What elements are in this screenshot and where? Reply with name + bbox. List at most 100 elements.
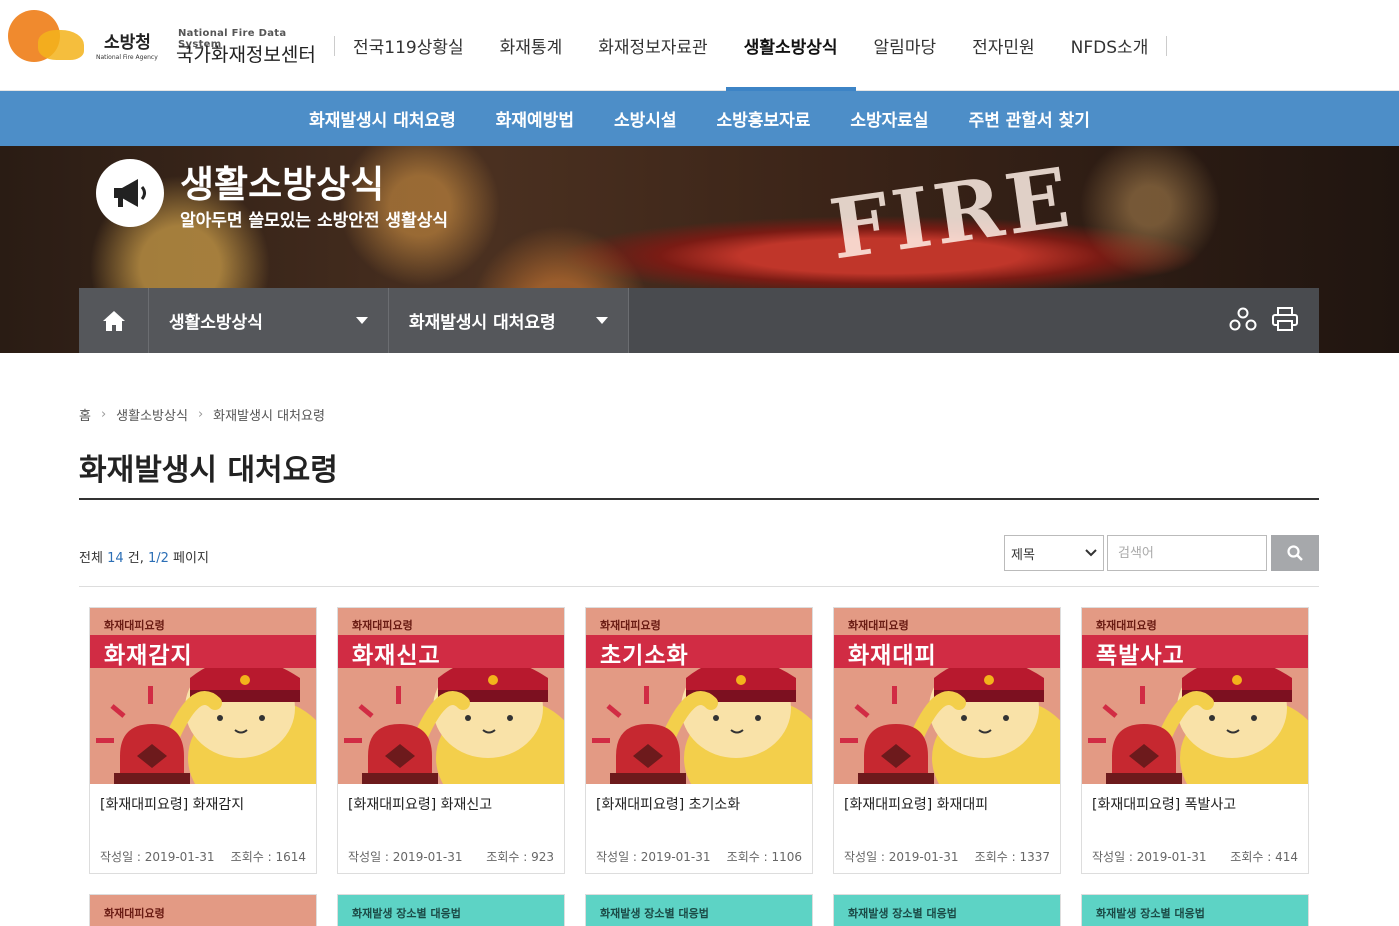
post-title[interactable]: [화재대피요령] 화재신고 bbox=[348, 794, 492, 814]
share-button[interactable] bbox=[1229, 306, 1257, 336]
print-button[interactable] bbox=[1271, 306, 1299, 336]
post-thumbnail[interactable]: 화재대피요령 bbox=[90, 895, 316, 926]
post-meta: 작성일 : 2019-01-31 조회수 : 1106 bbox=[596, 848, 802, 865]
thumbnail-tag: 화재대피요령 bbox=[848, 619, 909, 632]
post-card[interactable]: 화재발생 장소별 대응법 bbox=[585, 894, 813, 926]
post-card[interactable]: 화재대피요령 폭발사고 [화재대피요령] 폭발사고 작성일 : 2019-01-… bbox=[1081, 607, 1309, 874]
hero-subtitle: 알아두면 쓸모있는 소방안전 생활상식 bbox=[180, 211, 448, 231]
post-card[interactable]: 화재발생 장소별 대응법 bbox=[337, 894, 565, 926]
location-depth1-label: 생활소방상식 bbox=[169, 313, 263, 333]
logo-korean-name: 국가화재정보센터 bbox=[176, 44, 316, 66]
subnav-item-promotion[interactable]: 소방홍보자료 bbox=[697, 106, 831, 131]
post-date: 작성일 : 2019-01-31 bbox=[844, 850, 959, 864]
thumbnail-tag: 화재대피요령 bbox=[600, 619, 661, 632]
post-views: 조회수 : 1614 bbox=[230, 850, 306, 864]
location-dropdown-depth1[interactable]: 생활소방상식 bbox=[149, 288, 389, 353]
subnav-item-prevention[interactable]: 화재예방법 bbox=[476, 106, 594, 131]
thumbnail-word: 초기소화 bbox=[600, 643, 689, 669]
thumbnail-word: 폭발사고 bbox=[1096, 643, 1185, 669]
gnb-item-about[interactable]: NFDS소개 bbox=[1053, 0, 1167, 91]
title-divider bbox=[79, 498, 1319, 500]
search-button[interactable] bbox=[1271, 535, 1319, 571]
chevron-right-icon: › bbox=[197, 407, 204, 422]
total-count: 14 bbox=[107, 551, 124, 566]
post-card[interactable]: 화재대피요령 화재감지 [화재대피요령] 화재감지 작성일 : 2019-01-… bbox=[89, 607, 317, 874]
logo-emblem bbox=[8, 10, 84, 62]
post-thumbnail[interactable]: 화재대피요령 화재신고 bbox=[338, 608, 564, 784]
thumbnail-tag: 화재대피요령 bbox=[104, 619, 165, 632]
post-thumbnail[interactable]: 화재대피요령 화재감지 bbox=[90, 608, 316, 784]
thumbnail-tag: 화재대피요령 bbox=[1096, 619, 1157, 632]
post-thumbnail[interactable]: 화재발생 장소별 대응법 bbox=[1082, 895, 1308, 926]
gnb-item-notice[interactable]: 알림마당 bbox=[856, 0, 955, 91]
page-indicator: 1/2 bbox=[147, 551, 169, 566]
post-card[interactable]: 화재발생 장소별 대응법 bbox=[1081, 894, 1309, 926]
post-views: 조회수 : 1337 bbox=[974, 850, 1050, 864]
breadcrumb-depth2[interactable]: 화재발생시 대처요령 bbox=[213, 405, 325, 424]
search-field-select[interactable]: 제목 bbox=[1004, 535, 1104, 571]
post-views: 조회수 : 923 bbox=[486, 850, 554, 864]
subnav-item-response[interactable]: 화재발생시 대처요령 bbox=[289, 106, 476, 131]
hero-background-fire-text: FIRE bbox=[824, 149, 1079, 279]
search-icon bbox=[1287, 545, 1303, 561]
post-title[interactable]: [화재대피요령] 화재대피 bbox=[844, 794, 988, 814]
list-divider bbox=[79, 586, 1319, 587]
location-dropdown-depth2[interactable]: 화재발생시 대처요령 bbox=[389, 288, 629, 353]
post-card[interactable]: 화재발생 장소별 대응법 bbox=[833, 894, 1061, 926]
top-header: 소방청 National Fire Agency National Fire D… bbox=[0, 0, 1399, 91]
post-date: 작성일 : 2019-01-31 bbox=[100, 850, 215, 864]
gnb-item-statistics[interactable]: 화재통계 bbox=[482, 0, 581, 91]
home-icon bbox=[102, 310, 125, 331]
post-card[interactable]: 화재대피요령 초기소화 [화재대피요령] 초기소화 작성일 : 2019-01-… bbox=[585, 607, 813, 874]
post-thumbnail[interactable]: 화재대피요령 폭발사고 bbox=[1082, 608, 1308, 784]
gnb-item-civil[interactable]: 전자민원 bbox=[954, 0, 1053, 91]
printer-icon bbox=[1272, 306, 1298, 331]
breadcrumb: 홈 › 생활소방상식 › 화재발생시 대처요령 bbox=[79, 405, 325, 424]
post-views: 조회수 : 1106 bbox=[726, 850, 802, 864]
post-meta: 작성일 : 2019-01-31 조회수 : 923 bbox=[348, 848, 554, 865]
thumbnail-tag: 화재발생 장소별 대응법 bbox=[352, 907, 461, 920]
site-logo[interactable]: 소방청 National Fire Agency National Fire D… bbox=[8, 8, 328, 78]
post-meta: 작성일 : 2019-01-31 조회수 : 1337 bbox=[844, 848, 1050, 865]
post-title[interactable]: [화재대피요령] 화재감지 bbox=[100, 794, 244, 814]
thumbnail-tag: 화재발생 장소별 대응법 bbox=[600, 907, 709, 920]
subnav-item-library[interactable]: 소방자료실 bbox=[830, 106, 948, 131]
chevron-down-icon bbox=[356, 317, 368, 324]
chevron-down-icon bbox=[1085, 549, 1097, 557]
gnb-item-archive[interactable]: 화재정보자료관 bbox=[580, 0, 725, 91]
search-field-value: 제목 bbox=[1011, 547, 1035, 563]
thumbnail-tag: 화재대피요령 bbox=[104, 907, 165, 920]
home-button[interactable] bbox=[79, 288, 149, 353]
post-thumbnail[interactable]: 화재발생 장소별 대응법 bbox=[834, 895, 1060, 926]
gnb-item-119[interactable]: 전국119상황실 bbox=[335, 0, 482, 91]
global-nav: 전국119상황실 화재통계 화재정보자료관 생활소방상식 알림마당 전자민원 N… bbox=[334, 0, 1168, 91]
logo-org-sub: National Fire Agency bbox=[96, 54, 158, 61]
post-thumbnail[interactable]: 화재발생 장소별 대응법 bbox=[586, 895, 812, 926]
post-card[interactable]: 화재대피요령 bbox=[89, 894, 317, 926]
thumbnail-word: 화재신고 bbox=[352, 643, 441, 669]
post-thumbnail[interactable]: 화재발생 장소별 대응법 bbox=[338, 895, 564, 926]
gnb-divider bbox=[1166, 35, 1168, 56]
post-thumbnail[interactable]: 화재대피요령 초기소화 bbox=[586, 608, 812, 784]
breadcrumb-home[interactable]: 홈 bbox=[79, 405, 91, 424]
breadcrumb-depth1[interactable]: 생활소방상식 bbox=[116, 405, 188, 424]
hero-title: 생활소방상식 bbox=[180, 163, 385, 206]
post-title[interactable]: [화재대피요령] 폭발사고 bbox=[1092, 794, 1236, 814]
thumbnail-tag: 화재발생 장소별 대응법 bbox=[848, 907, 957, 920]
subnav-item-facilities[interactable]: 소방시설 bbox=[594, 106, 697, 131]
post-title[interactable]: [화재대피요령] 초기소화 bbox=[596, 794, 740, 814]
sub-nav: 화재발생시 대처요령 화재예방법 소방시설 소방홍보자료 소방자료실 주변 관할… bbox=[0, 91, 1399, 146]
subnav-item-find-station[interactable]: 주변 관할서 찾기 bbox=[949, 106, 1110, 131]
post-meta: 작성일 : 2019-01-31 조회수 : 414 bbox=[1092, 848, 1298, 865]
post-thumbnail[interactable]: 화재대피요령 화재대피 bbox=[834, 608, 1060, 784]
post-date: 작성일 : 2019-01-31 bbox=[348, 850, 463, 864]
search-input[interactable] bbox=[1107, 535, 1267, 571]
post-card[interactable]: 화재대피요령 화재대피 [화재대피요령] 화재대피 작성일 : 2019-01-… bbox=[833, 607, 1061, 874]
share-icon bbox=[1229, 307, 1257, 330]
location-bar: 생활소방상식 화재발생시 대처요령 bbox=[79, 288, 1319, 353]
post-date: 작성일 : 2019-01-31 bbox=[596, 850, 711, 864]
gnb-item-fire-knowledge[interactable]: 생활소방상식 bbox=[725, 0, 856, 91]
post-card[interactable]: 화재대피요령 화재신고 [화재대피요령] 화재신고 작성일 : 2019-01-… bbox=[337, 607, 565, 874]
post-meta: 작성일 : 2019-01-31 조회수 : 1614 bbox=[100, 848, 306, 865]
chevron-down-icon bbox=[596, 317, 608, 324]
